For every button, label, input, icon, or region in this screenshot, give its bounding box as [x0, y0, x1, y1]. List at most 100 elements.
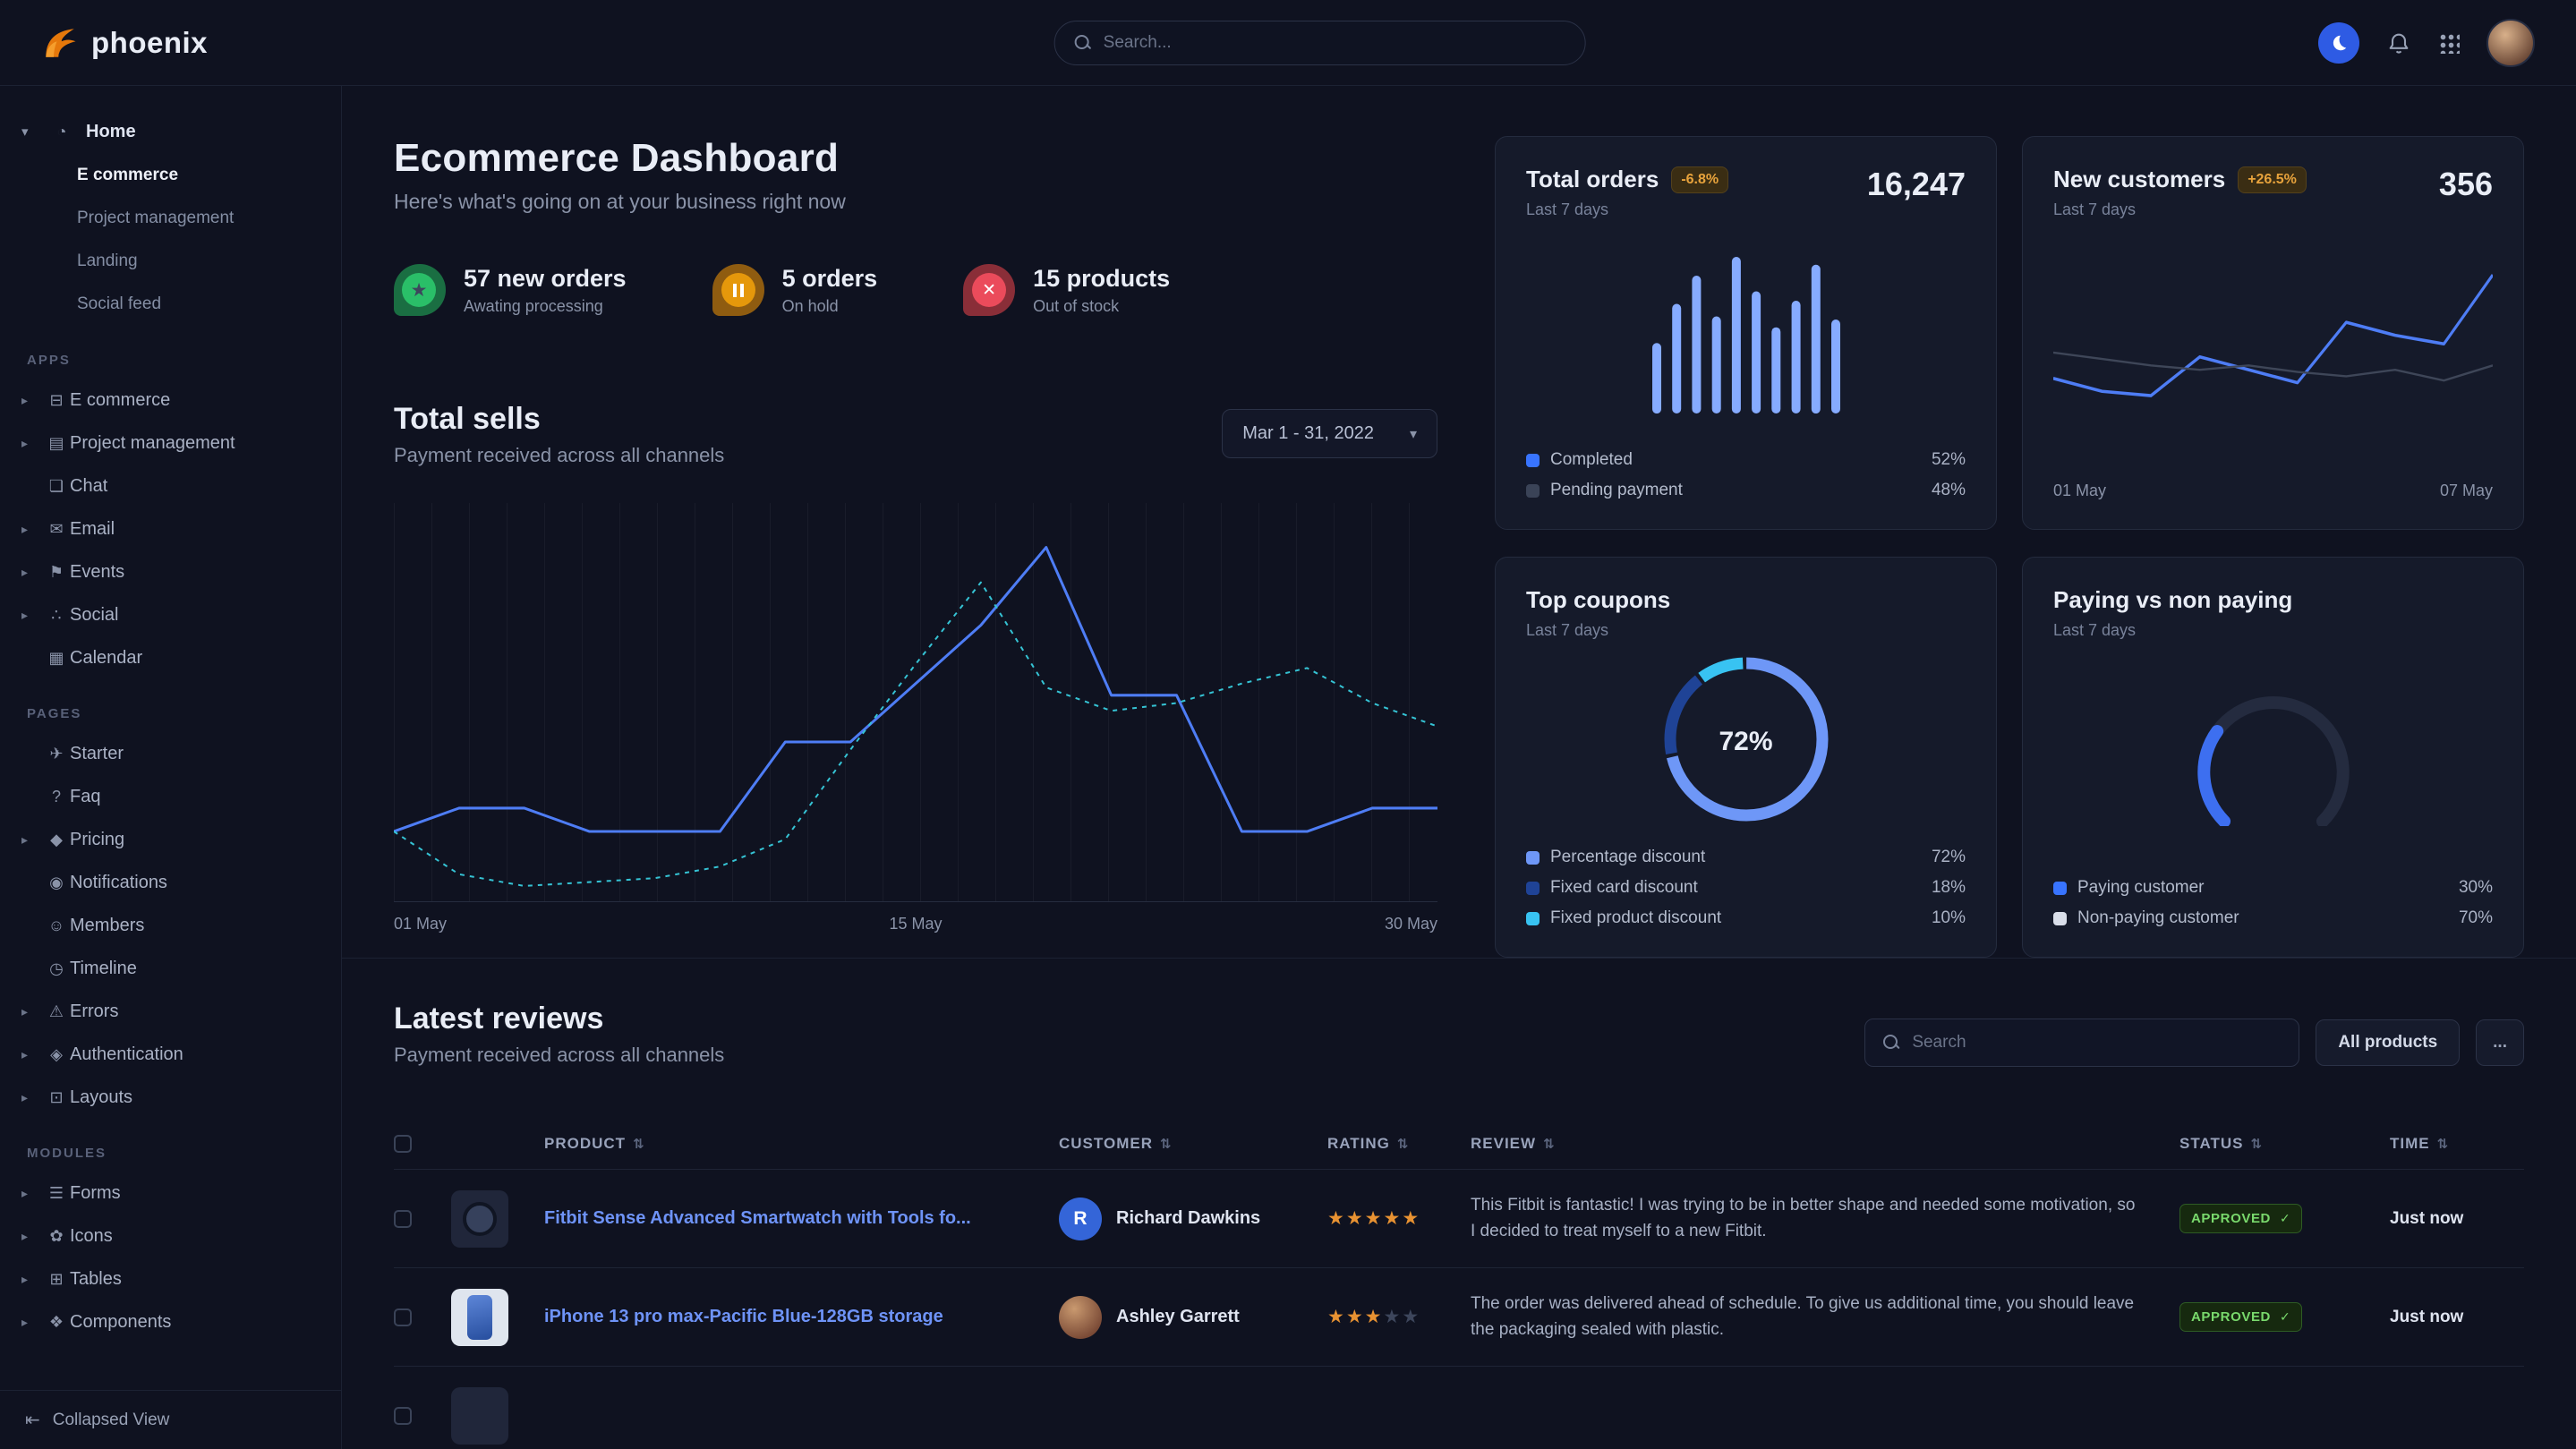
column-header-rating[interactable]: RATING — [1327, 1135, 1471, 1153]
reviews-search — [1864, 1019, 2299, 1067]
page-subtitle: Here's what's going on at your business … — [394, 190, 1437, 214]
sidebar-item-timeline[interactable]: ◷ Timeline — [21, 947, 325, 990]
legend-swatch — [2053, 882, 2067, 895]
legend-swatch — [1526, 484, 1540, 498]
column-header-product[interactable]: PRODUCT — [544, 1135, 1059, 1153]
card-title: Paying vs non paying — [2053, 586, 2493, 614]
sidebar-item-tables[interactable]: ⊞ Tables — [21, 1257, 325, 1300]
chevron-right-icon — [21, 1315, 43, 1330]
sidebar-item-project-management[interactable]: Project management — [21, 197, 325, 240]
card-period: Last 7 days — [1526, 621, 1966, 640]
legend-item: Non-paying customer 70% — [2053, 908, 2493, 928]
more-options-button[interactable]: ... — [2476, 1019, 2524, 1066]
compass-icon: ✈ — [43, 745, 70, 763]
review-time: Just now — [2390, 1308, 2524, 1327]
components-icon: ❖ — [43, 1313, 70, 1332]
sidebar-item-starter[interactable]: ✈ Starter — [21, 732, 325, 775]
sidebar-item-authentication[interactable]: ◈ Authentication — [21, 1033, 325, 1076]
app-logo[interactable]: phoenix — [41, 24, 208, 62]
select-all-checkbox[interactable] — [394, 1135, 412, 1153]
star-icon — [402, 273, 436, 307]
chevron-right-icon — [21, 1229, 43, 1244]
reviews-search-input[interactable] — [1912, 1033, 2281, 1053]
sidebar-item-email[interactable]: ✉ Email — [21, 507, 325, 550]
chevron-right-icon — [21, 522, 43, 537]
sidebar-item-faq[interactable]: ? Faq — [21, 775, 325, 818]
quick-stats: 57 new orders Awating processing 5 order… — [394, 264, 1437, 316]
column-header-status[interactable]: STATUS — [2179, 1135, 2390, 1153]
sidebar-item-e-commerce[interactable]: E commerce — [21, 154, 325, 197]
sort-icon — [1160, 1135, 1173, 1153]
star-icon: ★ — [1365, 1208, 1382, 1229]
modules-menu: ☰ Forms ✿ Icons ⊞ Tables — [21, 1172, 325, 1343]
row-checkbox[interactable] — [394, 1308, 412, 1326]
stat-item: 15 products Out of stock — [963, 264, 1170, 316]
donut-center-value: 72% — [1661, 654, 1831, 829]
user-avatar[interactable] — [2486, 19, 2535, 67]
latest-reviews-section: Latest reviews Payment received across a… — [342, 958, 2576, 1449]
chevron-right-icon — [21, 832, 43, 848]
sort-icon — [2437, 1135, 2450, 1153]
users-icon: ☺ — [43, 916, 70, 935]
apps-grid-button[interactable] — [2438, 32, 2460, 54]
sidebar-item-social[interactable]: ∴ Social — [21, 593, 325, 636]
status-badge: APPROVED — [2179, 1204, 2302, 1233]
product-thumbnail — [451, 1289, 508, 1346]
sidebar-item-calendar[interactable]: ▦ Calendar — [21, 636, 325, 679]
column-header-customer[interactable]: CUSTOMER — [1059, 1135, 1327, 1153]
table-icon: ⊞ — [43, 1270, 70, 1289]
search-icon — [1075, 35, 1091, 51]
sidebar-item-layouts[interactable]: ⊡ Layouts — [21, 1076, 325, 1119]
date-range-select[interactable]: Mar 1 - 31, 2022 — [1222, 409, 1437, 458]
search-icon — [1883, 1035, 1899, 1051]
table-header-row: PRODUCT CUSTOMER RATING REVIEW STATUS TI… — [394, 1119, 2524, 1169]
star-icon: ★ — [1346, 1208, 1363, 1229]
sidebar-item-components[interactable]: ❖ Components — [21, 1300, 325, 1343]
sidebar-item-e-commerce[interactable]: ⊟ E commerce — [21, 379, 325, 422]
sidebar-item-notifications[interactable]: ◉ Notifications — [21, 861, 325, 904]
row-checkbox[interactable] — [394, 1210, 412, 1228]
product-link-iphone-13-pro-max-pacific-blue-128gb-sto[interactable]: iPhone 13 pro max-Pacific Blue-128GB sto… — [544, 1307, 1059, 1327]
sidebar-item-icons[interactable]: ✿ Icons — [21, 1215, 325, 1257]
star-icon: ★ — [1402, 1307, 1419, 1327]
all-products-button[interactable]: All products — [2316, 1019, 2460, 1066]
sidebar-item-project-management[interactable]: ▤ Project management — [21, 422, 325, 465]
column-header-review[interactable]: REVIEW — [1471, 1135, 2179, 1153]
legend-item: Fixed product discount 10% — [1526, 908, 1966, 928]
chevron-down-icon — [21, 124, 38, 140]
sidebar-item-members[interactable]: ☺ Members — [21, 904, 325, 947]
row-checkbox[interactable] — [394, 1407, 412, 1425]
legend-swatch — [2053, 912, 2067, 925]
notifications-button[interactable] — [2386, 30, 2411, 55]
collapsed-view-toggle[interactable]: Collapsed View — [0, 1390, 341, 1449]
sidebar-item-home[interactable]: ◔ Home — [21, 109, 325, 154]
customer-name: Richard Dawkins — [1116, 1208, 1260, 1229]
sidebar-item-chat[interactable]: ❏ Chat — [21, 465, 325, 507]
rating-stars: ★★★★★ — [1327, 1207, 1471, 1230]
question-icon: ? — [43, 788, 70, 806]
chat-icon: ❏ — [43, 477, 70, 496]
star-icon: ★ — [1383, 1208, 1400, 1229]
chevron-right-icon — [21, 608, 43, 623]
new-customers-value: 356 — [2439, 166, 2493, 203]
sort-icon — [633, 1135, 645, 1153]
paying-gauge-chart — [2053, 640, 2493, 878]
legend-item: Completed 52% — [1526, 450, 1966, 470]
product-thumbnail — [451, 1190, 508, 1248]
table-row: Fitbit Sense Advanced Smartwatch with To… — [394, 1169, 2524, 1267]
sidebar-item-social-feed[interactable]: Social feed — [21, 283, 325, 326]
sidebar-item-pricing[interactable]: ◆ Pricing — [21, 818, 325, 861]
status-badge: APPROVED — [2179, 1302, 2302, 1332]
product-link-fitbit-sense-advanced-smartwatch-with-to[interactable]: Fitbit Sense Advanced Smartwatch with To… — [544, 1208, 1059, 1229]
legend-item: Percentage discount 72% — [1526, 848, 1966, 867]
sidebar-item-events[interactable]: ⚑ Events — [21, 550, 325, 593]
sidebar-item-forms[interactable]: ☰ Forms — [21, 1172, 325, 1215]
column-header-time[interactable]: TIME — [2390, 1135, 2524, 1153]
global-search-input[interactable] — [1104, 33, 1565, 53]
sidebar-item-errors[interactable]: ⚠ Errors — [21, 990, 325, 1033]
theme-toggle-button[interactable] — [2318, 22, 2359, 64]
product-thumbnail — [451, 1387, 508, 1445]
sidebar-item-landing[interactable]: Landing — [21, 240, 325, 283]
sort-icon — [1397, 1135, 1410, 1153]
chevron-right-icon — [21, 1004, 43, 1019]
